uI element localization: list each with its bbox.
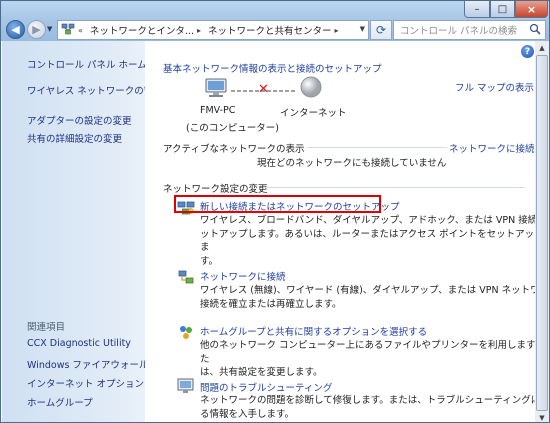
breadcrumb-overflow[interactable]: «	[78, 26, 83, 35]
description-line: す。	[200, 255, 219, 267]
breadcrumb-separator[interactable]: ▸	[335, 26, 339, 35]
vertical-scrollbar[interactable]: ▲ ▼	[535, 41, 549, 422]
refresh-button[interactable]: ⟳	[370, 20, 392, 40]
disconnected-x-icon: ✕	[258, 82, 269, 97]
related-heading: 関連項目	[27, 322, 66, 333]
help-icon[interactable]: ?	[521, 45, 534, 58]
network-sharing-center-window: – □ × ◀ ▶ ▼ « ネットワークとインタ... ▸ ネットワークと共有セ…	[0, 0, 550, 423]
description-line: ワイヤレス、ブロードバンド、ダイヤルアップ、アドホック、または VPN 接続をセ	[200, 215, 550, 226]
description-line: る情報を入手します。	[200, 408, 295, 420]
back-button[interactable]: ◀	[6, 20, 25, 39]
description-line: ネットワークの問題を診断して修復します。または、トラブルシューティングに関す	[200, 395, 550, 406]
navigation-pane: コントロール パネル ホーム ワイヤレス ネットワークの管理 アダプターの設定の…	[2, 41, 163, 422]
network-settings-heading: ネットワーク設定の変更	[163, 184, 268, 195]
search-placeholder: コントロール パネルの検索	[400, 26, 518, 37]
network-connect-icon	[177, 268, 195, 286]
maximize-button[interactable]: □	[490, 1, 515, 18]
connect-to-network-description: ワイヤレス (無線)、ワイヤード (有線)、ダイヤルアップ、または VPN ネッ…	[200, 284, 550, 311]
highlight-box	[174, 195, 381, 213]
forward-button[interactable]: ▶	[27, 20, 46, 39]
divider	[307, 147, 447, 148]
close-button[interactable]: ×	[515, 1, 548, 18]
network-folder-icon	[61, 22, 75, 39]
scrollbar-thumb[interactable]	[536, 55, 548, 411]
address-dropdown-icon[interactable]: ▼	[360, 25, 365, 33]
history-dropdown-icon[interactable]: ▼	[47, 25, 52, 33]
change-advanced-sharing-link[interactable]: 共有の詳細設定の変更	[27, 131, 122, 145]
description-line: は、共有設定を変更します。	[200, 367, 323, 378]
description-line: 他のネットワーク コンピューター上にあるファイルやプリンターを利用します。また	[200, 340, 550, 365]
internet-options-link[interactable]: インターネット オプション	[27, 376, 144, 390]
see-full-map-link[interactable]: フル マップの表示	[455, 80, 534, 94]
search-icon[interactable]	[529, 23, 541, 38]
homegroup-link[interactable]: ホームグループ	[27, 395, 93, 409]
change-adapter-settings-link[interactable]: アダプターの設定の変更	[27, 113, 132, 127]
refresh-icon: ⟳	[375, 23, 387, 37]
ccx-diagnostic-link[interactable]: CCX Diagnostic Utility	[27, 338, 131, 349]
internet-label: インターネット	[280, 108, 347, 119]
description-line: ットアップします。あるいは、ルーターまたはアクセス ポイントをセットアップしま	[200, 228, 550, 254]
scroll-up-icon[interactable]: ▲	[536, 41, 548, 54]
internet-globe-icon	[299, 75, 323, 102]
homegroup-sharing-options-link[interactable]: ホームグループと共有に関するオプションを選択する	[200, 324, 427, 338]
computer-icon	[204, 77, 228, 102]
no-connection-status: 現在どのネットワークにも接続していません	[257, 158, 447, 169]
homegroup-icon	[177, 323, 195, 341]
close-icon: ×	[526, 2, 537, 16]
manage-wireless-networks-link[interactable]: ワイヤレス ネットワークの管理	[27, 83, 163, 97]
troubleshoot-icon	[177, 378, 195, 396]
forward-arrow-icon: ▶	[32, 23, 41, 36]
breadcrumb-network-internet[interactable]: ネットワークとインタ...	[90, 23, 194, 37]
breadcrumb-separator[interactable]: ▸	[197, 26, 201, 35]
back-arrow-icon: ◀	[11, 23, 20, 36]
windows-firewall-link[interactable]: Windows ファイアウォール	[27, 357, 148, 371]
search-box[interactable]: コントロール パネルの検索	[393, 20, 546, 40]
connect-to-network-task-link[interactable]: ネットワークに接続	[200, 269, 286, 283]
connect-to-network-link[interactable]: ネットワークに接続	[449, 141, 535, 155]
description-line: 接続を確立または再確立します。	[200, 298, 342, 310]
troubleshoot-problems-link[interactable]: 問題のトラブルシューティング	[200, 380, 332, 394]
troubleshoot-description: ネットワークの問題を診断して修復します。または、トラブルシューティングに関す る…	[200, 394, 550, 421]
computer-subtitle: (このコンピューター)	[186, 123, 279, 134]
computer-name: FMV-PC	[200, 105, 236, 116]
active-networks-label: アクティブなネットワークの表示	[163, 144, 305, 155]
address-bar[interactable]: « ネットワークとインタ... ▸ ネットワークと共有センター ▸ ▼	[57, 20, 369, 40]
minimize-button[interactable]: –	[464, 1, 490, 18]
maximize-icon: □	[497, 3, 508, 15]
view-basic-network-info-link[interactable]: 基本ネットワーク情報の表示と接続のセットアップ	[163, 61, 382, 75]
homegroup-sharing-description: 他のネットワーク コンピューター上にあるファイルやプリンターを利用します。また …	[200, 339, 550, 380]
description-line: ワイヤレス (無線)、ワイヤード (有線)、ダイヤルアップ、または VPN ネッ…	[200, 285, 550, 296]
breadcrumb-network-sharing-center[interactable]: ネットワークと共有センター	[208, 23, 332, 37]
title-address-bar: – □ × ◀ ▶ ▼ « ネットワークとインタ... ▸ ネットワークと共有セ…	[1, 1, 549, 41]
minimize-icon: –	[474, 3, 480, 15]
control-panel-home-link[interactable]: コントロール パネル ホーム	[27, 57, 147, 71]
divider	[263, 187, 525, 188]
scroll-down-icon[interactable]: ▼	[536, 411, 548, 422]
setup-new-connection-description: ワイヤレス、ブロードバンド、ダイヤルアップ、アドホック、または VPN 接続をセ…	[200, 214, 550, 268]
